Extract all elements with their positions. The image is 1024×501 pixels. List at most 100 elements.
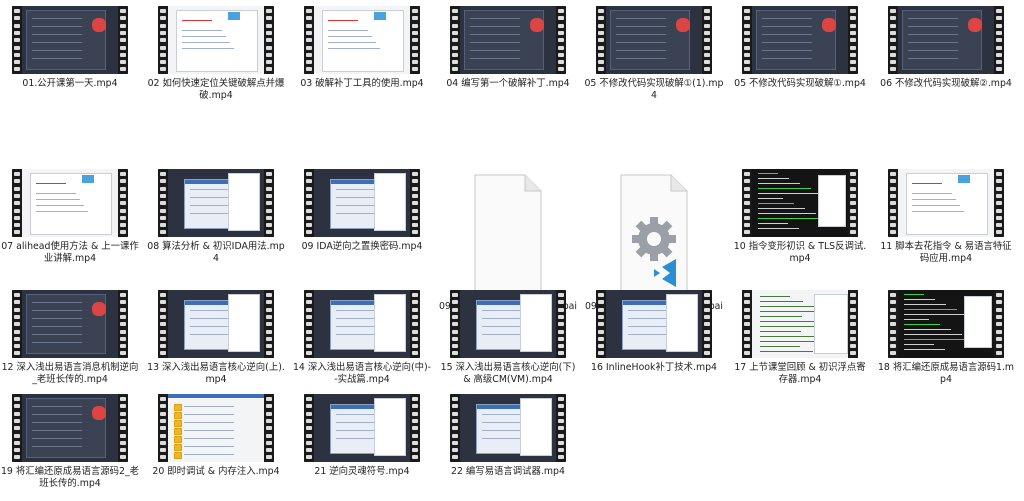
video-thumbnail [12, 394, 128, 462]
video-frame [898, 6, 994, 74]
file-item[interactable]: 08 算法分析 & 初识IDA用法.mp4 [146, 169, 286, 265]
film-strip [596, 290, 606, 358]
file-item[interactable]: 11 脚本去花指令 & 易语言特征码应用.mp4 [876, 169, 1016, 265]
video-thumbnail [888, 290, 1004, 358]
film-strip [742, 6, 752, 74]
film-strip [742, 169, 752, 237]
document-file-icon [474, 174, 542, 294]
film-strip [848, 6, 858, 74]
video-thumbnail [304, 394, 420, 462]
film-strip [118, 6, 128, 74]
video-frame [898, 169, 994, 237]
file-name-label: 03 破解补丁工具的使用.mp4 [300, 78, 424, 89]
video-frame [460, 290, 556, 358]
video-frame [314, 6, 410, 74]
film-strip [556, 290, 566, 358]
file-item[interactable]: 19 将汇编还原成易语言源码2_老班长传的.mp4 [0, 394, 140, 490]
file-item[interactable]: 16 InlineHook补丁技术.mp4 [584, 290, 724, 374]
video-thumbnail [304, 6, 420, 74]
video-thumbnail [304, 169, 420, 237]
file-name-label: 14 深入浅出易语言核心逆向(中)--实战篇.mp4 [292, 362, 432, 385]
file-name-label: 11 脚本去花指令 & 易语言特征码应用.mp4 [880, 241, 1012, 264]
file-name-label: 10 指令变形初识 & TLS反调试.mp4 [733, 241, 867, 264]
film-strip [264, 290, 274, 358]
video-frame [168, 169, 264, 237]
file-item[interactable]: 21 逆向灵魂符号.mp4 [292, 394, 432, 478]
file-name-label: 05 不修改代码实现破解①(1).mp4 [584, 78, 724, 101]
video-frame [22, 290, 118, 358]
video-thumbnail [12, 290, 128, 358]
video-thumbnail [158, 290, 274, 358]
video-thumbnail [158, 6, 274, 74]
file-item[interactable]: 02 如何快速定位关键破解点并爆破.mp4 [146, 6, 286, 102]
file-item[interactable]: 05 不修改代码实现破解①.mp4 [730, 6, 870, 90]
film-strip [118, 290, 128, 358]
video-frame [168, 394, 264, 462]
video-frame [460, 6, 556, 74]
file-item[interactable]: 04 编写第一个破解补丁.mp4 [438, 6, 578, 90]
file-item[interactable]: 07 alihead使用方法 & 上一课作业讲解.mp4 [0, 169, 140, 265]
video-thumbnail [450, 290, 566, 358]
file-name-label: 18 将汇编还原成易语言源码1.mp4 [877, 362, 1015, 385]
file-item[interactable]: 05 不修改代码实现破解①(1).mp4 [584, 6, 724, 102]
film-strip [264, 6, 274, 74]
file-name-label: 07 alihead使用方法 & 上一课作业讲解.mp4 [1, 241, 139, 264]
video-frame [752, 6, 848, 74]
film-strip [994, 169, 1004, 237]
video-frame [898, 290, 994, 358]
video-frame [606, 6, 702, 74]
file-item[interactable]: 15 深入浅出易语言核心逆向(下) & 高级CM(VM).mp4 [438, 290, 578, 386]
film-strip [848, 169, 858, 237]
file-name-label: 17 上节课堂回顾 & 初识浮点寄存器.mp4 [734, 362, 866, 385]
film-strip [264, 169, 274, 237]
video-frame [314, 169, 410, 237]
file-name-label: 16 InlineHook补丁技术.mp4 [590, 362, 717, 373]
file-item[interactable]: 22 编写易语言调试器.mp4 [438, 394, 578, 478]
video-frame [752, 169, 848, 237]
video-thumbnail [12, 169, 128, 237]
file-item[interactable]: 14 深入浅出易语言核心逆向(中)--实战篇.mp4 [292, 290, 432, 386]
file-item[interactable]: 20 即时调试 & 内存注入.mp4 [146, 394, 286, 478]
film-strip [742, 290, 752, 358]
file-item[interactable]: 10 指令变形初识 & TLS反调试.mp4 [730, 169, 870, 265]
gear-icon [632, 217, 676, 261]
file-name-label: 12 深入浅出易语言消息机制逆向_老班长传的.mp4 [1, 362, 139, 385]
file-item[interactable]: 01.公开课第一天.mp4 [0, 6, 140, 90]
film-strip [450, 290, 460, 358]
film-strip [410, 394, 420, 462]
file-item[interactable]: 13 深入浅出易语言核心逆向(上).mp4 [146, 290, 286, 386]
video-frame [314, 290, 410, 358]
video-thumbnail [304, 290, 420, 358]
video-thumbnail [158, 394, 274, 462]
film-strip [304, 6, 314, 74]
file-name-label: 13 深入浅出易语言核心逆向(上).mp4 [147, 362, 285, 385]
video-thumbnail [450, 6, 566, 74]
file-name-label: 06 不修改代码实现破解②.mp4 [880, 78, 1012, 89]
file-item[interactable]: 18 将汇编还原成易语言源码1.mp4 [876, 290, 1016, 386]
file-item[interactable]: 09 IDA逆向之置换密码.mp4 [292, 169, 432, 253]
video-frame [752, 290, 848, 358]
film-strip [702, 6, 712, 74]
video-thumbnail [742, 290, 858, 358]
video-thumbnail [596, 290, 712, 358]
film-strip [450, 6, 460, 74]
file-name-label: 20 即时调试 & 内存注入.mp4 [152, 466, 280, 477]
film-strip [304, 394, 314, 462]
video-thumbnail [742, 169, 858, 237]
video-frame [606, 290, 702, 358]
film-strip [994, 290, 1004, 358]
video-thumbnail [742, 6, 858, 74]
file-item[interactable]: 03 破解补丁工具的使用.mp4 [292, 6, 432, 90]
film-strip [596, 6, 606, 74]
file-name-label: 08 算法分析 & 初识IDA用法.mp4 [147, 241, 285, 264]
video-frame [314, 394, 410, 462]
file-item[interactable]: 12 深入浅出易语言消息机制逆向_老班长传的.mp4 [0, 290, 140, 386]
film-strip [556, 394, 566, 462]
film-strip [994, 6, 1004, 74]
file-item[interactable]: 17 上节课堂回顾 & 初识浮点寄存器.mp4 [730, 290, 870, 386]
video-frame [460, 394, 556, 462]
video-thumbnail [596, 6, 712, 74]
file-item[interactable]: 06 不修改代码实现破解②.mp4 [876, 6, 1016, 90]
film-strip [304, 290, 314, 358]
film-strip [410, 6, 420, 74]
